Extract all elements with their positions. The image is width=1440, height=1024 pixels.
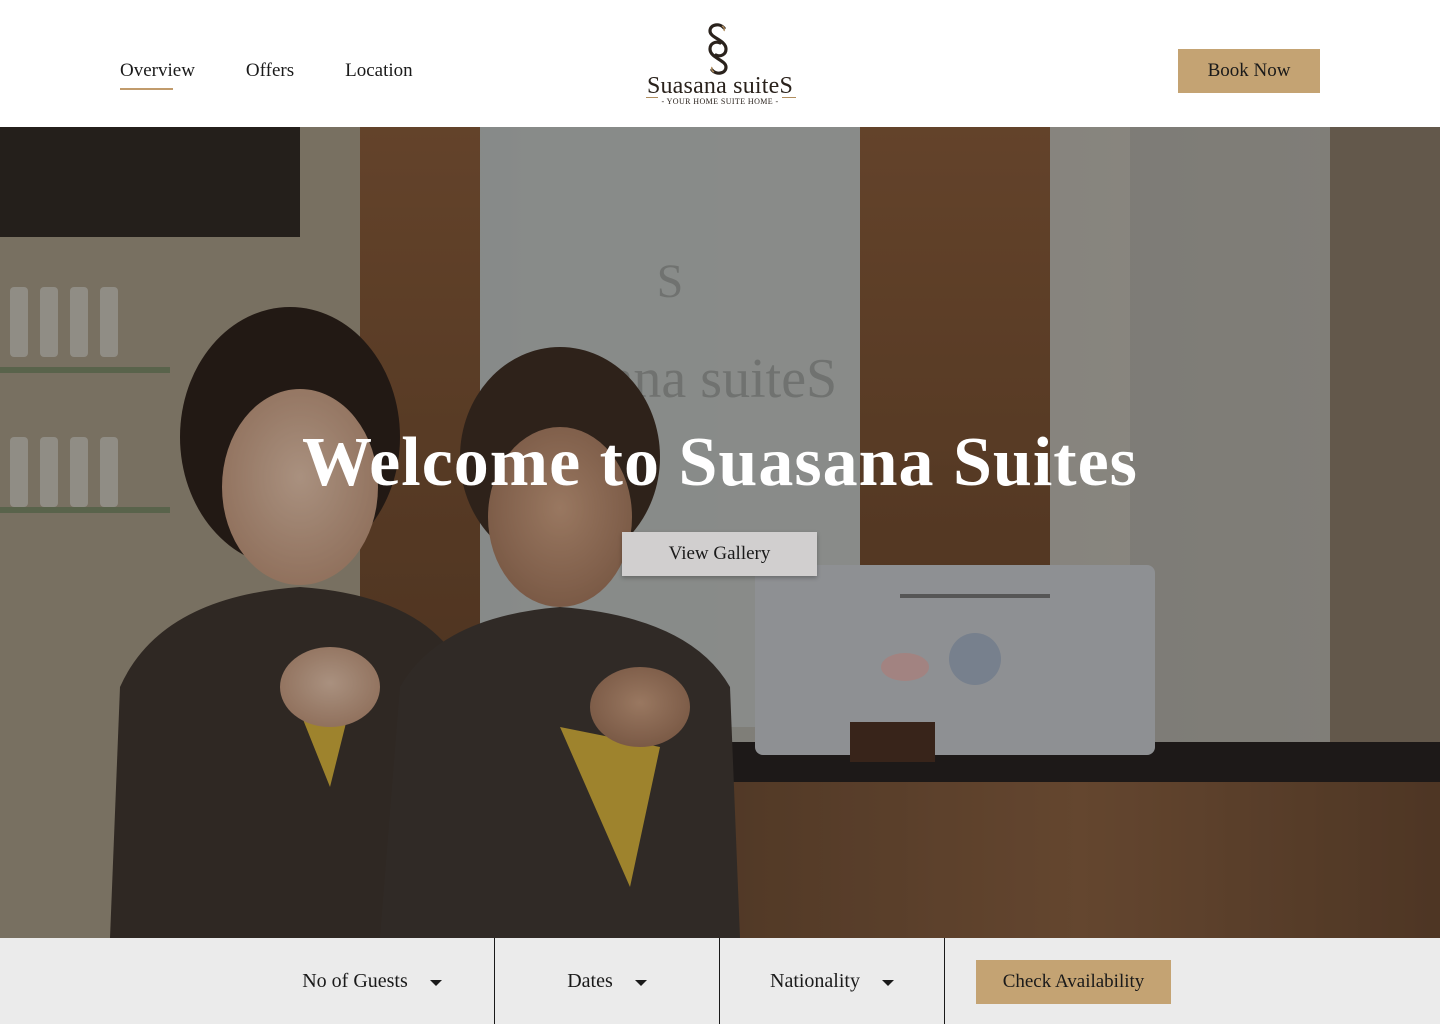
booking-bar: No of Guests Dates Nationality Check Ava… (0, 938, 1440, 1024)
field-divider (944, 938, 945, 1024)
caret-down-icon (429, 980, 442, 986)
caret-down-icon (881, 980, 894, 986)
guests-label: No of Guests (302, 969, 408, 992)
logo-tagline: - YOUR HOME SUITE HOME - (638, 97, 802, 106)
nationality-label: Nationality (770, 969, 860, 992)
guests-select[interactable]: No of Guests (250, 938, 494, 1024)
dates-label: Dates (567, 969, 613, 992)
main-nav: Overview Offers Location (120, 58, 464, 90)
logo-wordmark: Suasana suiteS (646, 73, 794, 99)
view-gallery-button[interactable]: View Gallery (622, 532, 817, 576)
nationality-select[interactable]: Nationality (720, 938, 944, 1024)
check-availability-button[interactable]: Check Availability (976, 960, 1171, 1004)
brand-logo[interactable]: Suasana suiteS - YOUR HOME SUITE HOME - (638, 22, 802, 108)
hero-section: S Suasana suiteS Welcome to Suasana Suit… (0, 127, 1440, 938)
nav-overview[interactable]: Overview (120, 58, 195, 90)
caret-down-icon (634, 980, 647, 986)
dates-select[interactable]: Dates (495, 938, 719, 1024)
site-header: Overview Offers Location Suasana suiteS … (0, 0, 1440, 127)
book-now-button[interactable]: Book Now (1178, 49, 1320, 93)
section-sign-icon (708, 23, 728, 75)
nav-location[interactable]: Location (345, 58, 413, 84)
nav-offers[interactable]: Offers (246, 58, 294, 84)
hero-title: Welcome to Suasana Suites (302, 424, 1138, 501)
